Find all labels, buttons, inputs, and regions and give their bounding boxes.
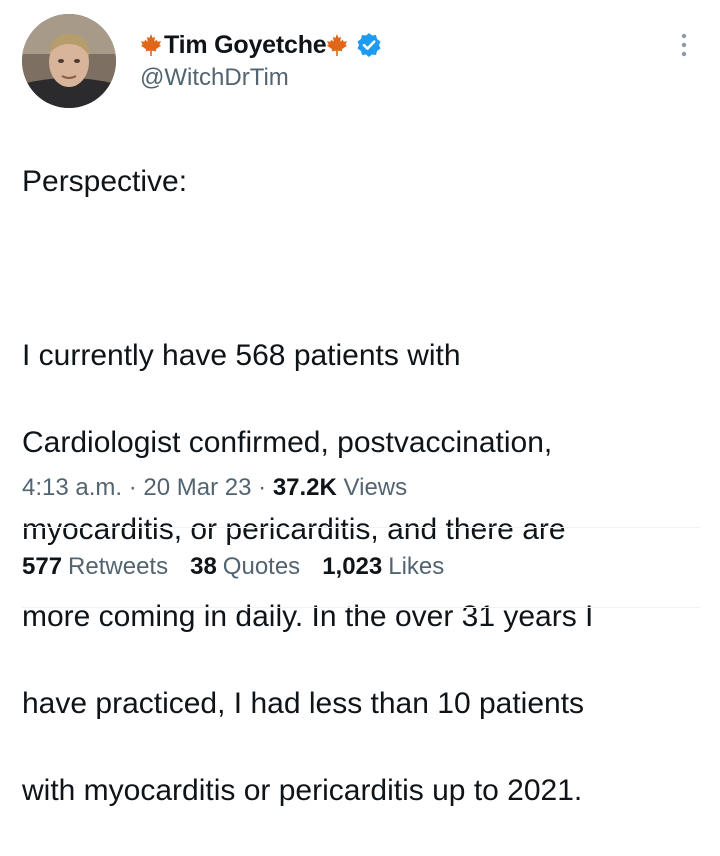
likes-label: Likes <box>388 553 445 580</box>
retweets-label: Retweets <box>68 553 169 580</box>
author-name-row[interactable]: Tim Goyetche <box>140 28 382 62</box>
avatar-photo <box>22 14 116 108</box>
engagement-stats: 577 Retweets 38 Quotes 1,023 Likes <box>22 553 444 581</box>
tweet-time[interactable]: 4:13 a.m. <box>22 474 122 501</box>
meta-separator: · <box>258 474 267 501</box>
retweets-stat[interactable]: 577 Retweets <box>22 553 168 581</box>
quotes-count: 38 <box>190 553 217 580</box>
tweet-line: I currently have 568 patients with <box>22 338 461 372</box>
views-count: 37.2K <box>272 474 337 501</box>
tweet-line: more coming in daily. In the over 31 yea… <box>22 599 594 633</box>
avatar[interactable] <box>22 14 116 108</box>
tweet-card: Tim Goyetche @WitchDrTim Perspective: I … <box>0 0 720 807</box>
views-label: Views <box>343 474 408 501</box>
tweet-line: with myocarditis or pericarditis up to 2… <box>22 773 583 807</box>
divider <box>22 527 700 528</box>
likes-count: 1,023 <box>322 553 383 580</box>
author-display-name[interactable]: Tim Goyetche <box>164 31 327 60</box>
tweet-date[interactable]: 20 Mar 23 <box>143 474 251 501</box>
author-handle[interactable]: @WitchDrTim <box>140 64 289 92</box>
maple-leaf-icon <box>140 33 162 57</box>
more-options-icon[interactable] <box>680 32 688 58</box>
divider <box>22 607 700 608</box>
tweet-line: myocarditis, or pericarditis, and there … <box>22 512 566 546</box>
meta-separator: · <box>128 474 137 501</box>
tweet-line <box>22 247 702 291</box>
tweet-line: Perspective: <box>22 164 188 198</box>
verified-badge-icon[interactable] <box>356 32 382 58</box>
tweet-line: Cardiologist confirmed, postvaccination, <box>22 425 553 459</box>
retweets-count: 577 <box>22 553 63 580</box>
maple-leaf-icon <box>326 33 348 57</box>
quotes-stat[interactable]: 38 Quotes <box>190 553 300 581</box>
quotes-label: Quotes <box>222 553 301 580</box>
likes-stat[interactable]: 1,023 Likes <box>322 553 444 581</box>
tweet-line: have practiced, I had less than 10 patie… <box>22 686 585 720</box>
tweet-meta: 4:13 a.m. · 20 Mar 23 · 37.2K Views <box>22 474 407 502</box>
